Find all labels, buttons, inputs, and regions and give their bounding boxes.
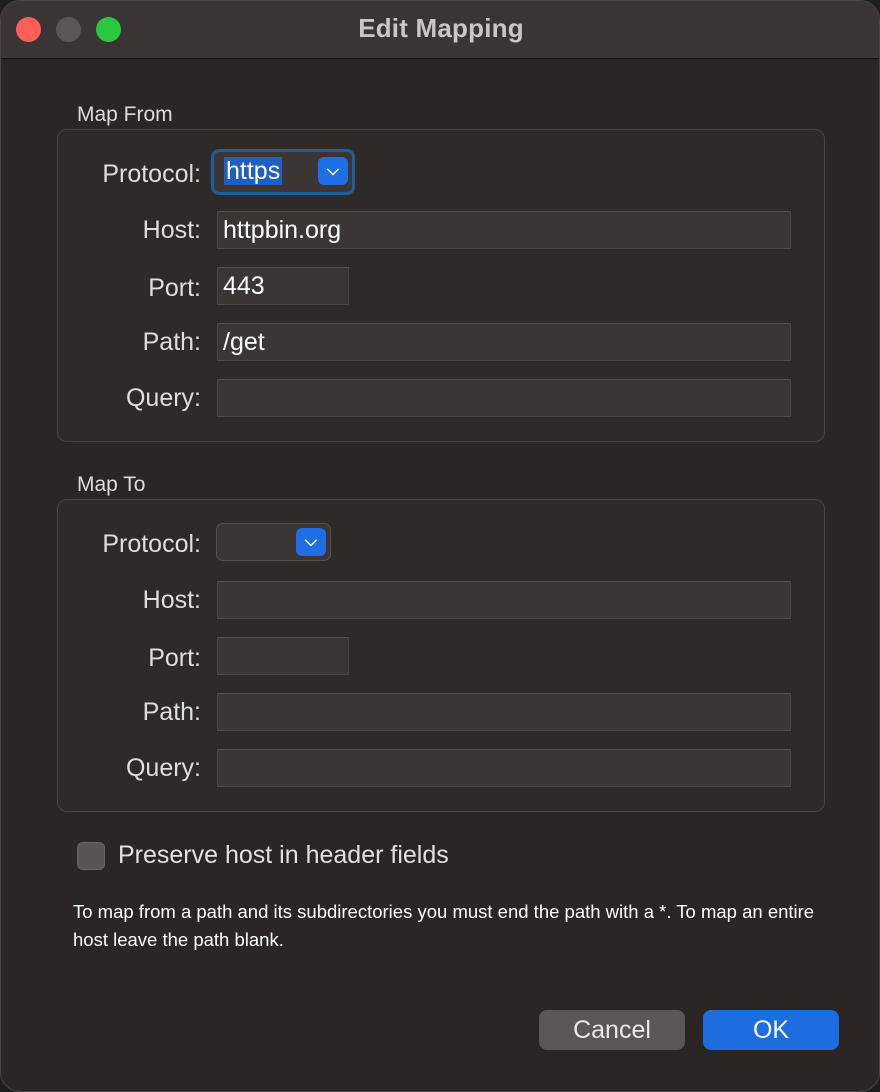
map-from-query-field[interactable] [217,379,791,417]
map-to-query-label: Query: [125,754,201,782]
map-to-query-field[interactable] [217,749,791,787]
map-to-path-label: Path: [142,698,201,726]
map-to-protocol-label: Protocol: [102,530,201,558]
map-from-host-label: Host: [142,216,201,244]
cancel-button[interactable]: Cancel [539,1010,685,1050]
preserve-host-label[interactable]: Preserve host in header fields [118,841,449,870]
preserve-host-checkbox[interactable] [77,842,105,870]
map-to-path-field[interactable] [217,693,791,731]
map-from-port-field[interactable]: 443 [217,267,349,305]
map-from-path-label: Path: [142,328,201,356]
chevron-down-icon: ⌵ [296,528,326,556]
map-to-host-label: Host: [142,586,201,614]
map-from-port-label: Port: [148,274,201,302]
map-from-query-label: Query: [125,384,201,412]
map-from-protocol-label: Protocol: [102,160,201,188]
map-from-host-field[interactable]: httpbin.org [217,211,791,249]
map-to-title: Map To [77,473,146,496]
map-from-path-field[interactable]: /get [217,323,791,361]
map-from-protocol-select[interactable]: https ⌵ [211,149,355,195]
map-to-protocol-select[interactable]: ⌵ [216,523,331,561]
ok-button[interactable]: OK [703,1010,839,1050]
map-from-protocol-value: https [224,157,283,185]
map-from-title: Map From [77,103,173,126]
window-title: Edit Mapping [358,13,524,43]
map-to-port-field[interactable] [217,637,349,675]
chevron-down-icon: ⌵ [318,157,348,185]
help-note: To map from a path and its subdirectorie… [73,901,815,950]
map-to-port-label: Port: [148,644,201,672]
map-to-host-field[interactable] [217,581,791,619]
title-bar: Edit Mapping [1,1,879,59]
edit-mapping-window: Edit Mapping Map From Protocol: https ⌵ … [0,0,880,1092]
